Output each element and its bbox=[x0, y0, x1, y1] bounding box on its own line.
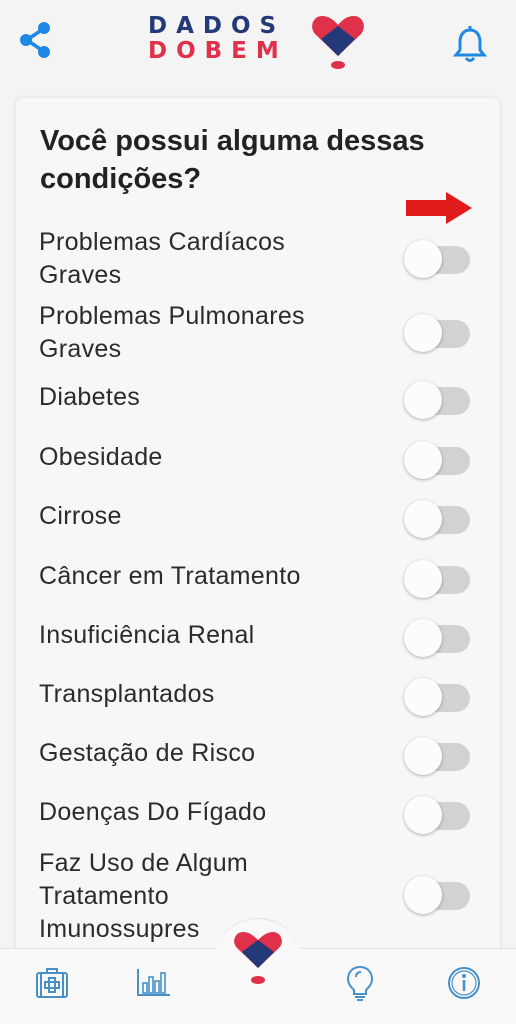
toggle-immunosuppressive[interactable] bbox=[404, 876, 470, 914]
info-icon bbox=[448, 967, 480, 999]
app-header: DADOS DOBEM bbox=[0, 0, 516, 90]
toggle-cardiac[interactable] bbox=[404, 240, 470, 278]
toggle-transplant[interactable] bbox=[404, 678, 470, 716]
toggle-pulmonary[interactable] bbox=[404, 314, 470, 352]
notifications-button[interactable] bbox=[452, 24, 488, 64]
conditions-card: Você possui alguma dessas condições? Pro… bbox=[16, 98, 500, 958]
toggle-obesity[interactable] bbox=[404, 441, 470, 479]
condition-label: Problemas Pulmonares Graves bbox=[39, 302, 305, 363]
toggle-liver[interactable] bbox=[404, 796, 470, 834]
nav-statistics[interactable] bbox=[134, 963, 174, 1003]
nav-health[interactable] bbox=[32, 963, 72, 1003]
logo-line2: DOBEM bbox=[148, 38, 288, 64]
toggle-cancer[interactable] bbox=[404, 560, 470, 598]
nav-info[interactable] bbox=[444, 963, 484, 1003]
condition-label: Câncer em Tratamento bbox=[39, 562, 301, 590]
logo-text: DADOS DOBEM bbox=[148, 14, 308, 64]
logo-line1: DADOS bbox=[148, 13, 286, 39]
nav-home[interactable] bbox=[228, 928, 288, 990]
arrow-right-icon bbox=[406, 192, 472, 224]
bar-chart-icon bbox=[137, 969, 170, 996]
condition-label: Transplantados bbox=[39, 680, 215, 708]
app-logo: DADOS DOBEM bbox=[148, 12, 370, 74]
share-icon bbox=[20, 22, 50, 58]
condition-label: Insuficiência Renal bbox=[39, 621, 255, 649]
toggle-pregnancy[interactable] bbox=[404, 737, 470, 775]
nav-tips[interactable] bbox=[340, 963, 380, 1003]
medical-kit-icon bbox=[36, 968, 68, 998]
condition-label: Cirrose bbox=[39, 502, 122, 530]
heart-logo-icon bbox=[234, 932, 282, 984]
heart-logo-icon bbox=[312, 16, 364, 69]
lightbulb-icon bbox=[346, 965, 374, 1001]
condition-label: Problemas Cardíacos Graves bbox=[39, 228, 286, 289]
card-title: Você possui alguma dessas condições? bbox=[40, 125, 425, 195]
toggle-cirrhosis[interactable] bbox=[404, 500, 470, 538]
condition-label: Diabetes bbox=[39, 383, 141, 411]
toggle-diabetes[interactable] bbox=[404, 381, 470, 419]
condition-label: Obesidade bbox=[39, 443, 163, 471]
toggle-renal[interactable] bbox=[404, 619, 470, 657]
share-button[interactable] bbox=[18, 20, 54, 60]
bell-icon bbox=[452, 26, 488, 62]
condition-label: Gestação de Risco bbox=[39, 739, 256, 767]
condition-label: Doenças Do Fígado bbox=[39, 798, 267, 826]
